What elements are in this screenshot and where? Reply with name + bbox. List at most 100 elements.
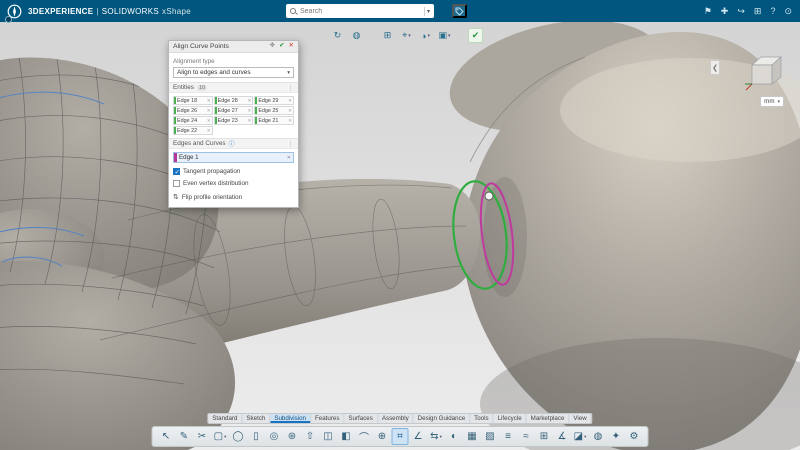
bridge-icon[interactable]: ⌒▾ [356,428,373,445]
dialog-titlebar[interactable]: Align Curve Points ✥ ✔ ✕ [169,41,298,53]
entity-chip[interactable]: Edge 27 ✕ [213,106,254,115]
delete-face-icon[interactable]: ▨▾ [482,428,499,445]
share-icon[interactable]: ↪ [737,6,745,16]
align-command-active-icon[interactable]: ✔▾ [468,28,483,43]
entities-menu-icon[interactable]: ⋮ [288,84,295,92]
selection-filter-icon[interactable]: ⌖ ▾ [399,28,414,43]
checkbox[interactable] [173,168,180,176]
cylinder-primitive-icon[interactable]: ▯▾ [248,428,265,445]
measure-icon[interactable]: ∡▾ [554,428,571,445]
checkbox[interactable] [173,180,180,187]
snap-grid-icon[interactable]: ⊞▾ [380,28,395,43]
search-input[interactable] [298,7,422,15]
entity-chip[interactable]: Edge 22 ✕ [173,126,213,135]
app-name: SOLIDWORKS [101,6,160,16]
sketch-icon[interactable]: ✎▾ [176,428,193,445]
ribbon-tab[interactable]: Sketch [242,414,271,423]
ribbon-tab[interactable]: View [569,414,592,423]
option-checkbox-row[interactable]: Tangent propagation [173,168,294,176]
alignment-type-dropdown[interactable]: Align to edges and curves ▾ [173,67,294,78]
ribbon-tab[interactable]: Design Guidance [414,414,471,423]
thicken-icon[interactable]: ≡▾ [500,428,517,445]
align-points-icon[interactable]: ⌗▾ [391,428,409,445]
close-icon[interactable]: ✕ [289,43,294,50]
split-face-icon[interactable]: ◧▾ [338,428,355,445]
vertex-handle[interactable] [484,191,494,201]
remove-entity-icon[interactable]: ✕ [246,98,252,104]
sync-icon[interactable]: ↻▾ [330,28,345,43]
view-cube[interactable] [742,48,788,94]
torus-primitive-icon[interactable]: ◎▾ [266,428,283,445]
entity-chip[interactable]: Edge 18 ✕ [173,96,213,105]
settings-icon[interactable]: ⚙▾ [626,428,643,445]
entity-chip[interactable]: Edge 21 ✕ [254,116,294,125]
knit-surface-icon[interactable]: ⊞▾ [536,428,553,445]
ribbon-tab[interactable]: Surfaces [344,414,378,423]
remove-entity-icon[interactable]: ✕ [287,108,293,114]
search-scope-chevron-icon[interactable]: ▾ [427,8,430,15]
edge-selection-field[interactable]: Edge 1 ✕ [173,152,294,163]
flip-profile-row[interactable]: ⇅ Flip profile orientation [173,193,294,202]
weld-points-icon[interactable]: ⊕▾ [374,428,391,445]
add-icon[interactable]: ✚ [721,6,729,16]
view-mode-icon[interactable]: ▣ ▾ [437,28,452,43]
option-checkbox-row[interactable]: Even vertex distribution [173,180,294,187]
remove-entity-icon[interactable]: ✕ [246,118,252,124]
display-style-icon[interactable]: ◍▾ [590,428,607,445]
ribbon-tab[interactable]: Lifecycle [494,414,527,423]
widgets-icon[interactable]: ⊞ [754,6,762,16]
remove-entity-icon[interactable]: ✕ [287,118,293,124]
3d-viewport[interactable]: ❮ mm ▾ [0,22,800,450]
offset-surface-icon[interactable]: ≈▾ [518,428,535,445]
ribbon-tab[interactable]: Subdivision [270,414,312,423]
user-icon[interactable]: ⊙ [784,6,792,16]
box-primitive-icon[interactable]: ▢ ▾ [212,428,229,445]
mirror-icon[interactable]: ⇆ ▾ [428,428,445,445]
entity-chip[interactable]: Edge 26 ✕ [173,106,213,115]
select-icon[interactable]: ↖▾ [158,428,175,445]
alignment-type-label: Alignment type [173,58,215,65]
tag-button[interactable] [452,4,467,18]
remove-edge-icon[interactable]: ✕ [285,155,293,161]
flip-icon: ⇅ [173,194,179,201]
section-view-icon[interactable]: ◪ ▾ [572,428,589,445]
info-icon[interactable]: ⓘ [229,139,235,148]
help-icon[interactable]: ? [770,6,775,16]
quadball-primitive-icon[interactable]: ⊛▾ [284,428,301,445]
top-bar: 3DEXPERIENCE|SOLIDWORKSxShape ▾ ⚑ ✚ ↪ ⊞ [0,0,800,23]
remove-entity-icon[interactable]: ✕ [206,118,212,124]
entity-chip[interactable]: Edge 25 ✕ [254,106,294,115]
remove-entity-icon[interactable]: ✕ [206,98,212,104]
ribbon-tab[interactable]: Assembly [378,414,414,423]
subdivide-icon[interactable]: ▦▾ [464,428,481,445]
insert-loop-icon[interactable]: ◫▾ [320,428,337,445]
extrude-face-icon[interactable]: ⇧▾ [302,428,319,445]
remove-entity-icon[interactable]: ✕ [287,98,293,104]
ribbon-tab[interactable]: Features [311,414,345,423]
edge-field-value: Edge 1 [179,154,199,161]
entity-chip[interactable]: Edge 24 ✕ [173,116,213,125]
confirm-icon[interactable]: ✔ [279,43,284,50]
web-display-icon[interactable]: ◍▾ [349,28,364,43]
detach-dialog-icon[interactable]: ✥ [270,43,275,50]
entity-chip[interactable]: Edge 23 ✕ [213,116,254,125]
edges-curves-menu-icon[interactable]: ⋮ [288,140,295,148]
entity-chip[interactable]: Edge 28 ✕ [213,96,254,105]
trim-icon[interactable]: ✂▾ [194,428,211,445]
ribbon-tab[interactable]: Standard [208,414,243,423]
ribbon-tab[interactable]: Marketplace [527,414,570,423]
flag-icon[interactable]: ⚑ [704,6,712,16]
remove-entity-icon[interactable]: ✕ [246,108,252,114]
sphere-primitive-icon[interactable]: ◯▾ [230,428,247,445]
display-style-icon[interactable]: ◑ ▾ [418,28,433,43]
appearance-icon[interactable]: ✦▾ [608,428,625,445]
collapse-panel-chevron[interactable]: ❮ [710,60,720,75]
ribbon-tab[interactable]: Tools [470,414,494,423]
symmetry-icon[interactable]: ◐▾ [446,428,463,445]
remove-entity-icon[interactable]: ✕ [206,108,212,114]
3dexperience-compass-logo[interactable] [5,4,22,23]
entity-chip[interactable]: Edge 29 ✕ [254,96,294,105]
units-dropdown[interactable]: mm ▾ [760,96,784,107]
remove-entity-icon[interactable]: ✕ [206,128,212,134]
crease-edge-icon[interactable]: ∠▾ [410,428,427,445]
